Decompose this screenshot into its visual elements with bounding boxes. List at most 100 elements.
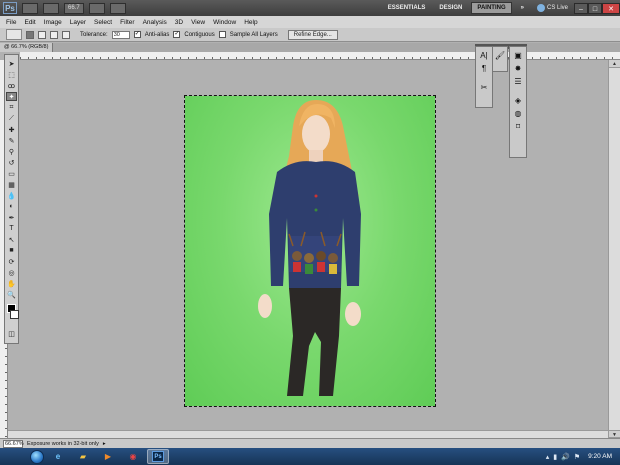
- navigator-panel-icon[interactable]: ▣: [512, 51, 524, 60]
- taskbar-ie-icon[interactable]: e: [47, 449, 69, 464]
- minimize-button[interactable]: –: [574, 2, 588, 14]
- photo-person: [258, 100, 361, 396]
- menu-select[interactable]: Select: [94, 19, 112, 26]
- tool-preset-picker[interactable]: [6, 29, 22, 40]
- hand-tool-icon[interactable]: ✋: [6, 279, 17, 288]
- zoom-percentage-field[interactable]: 66.67%: [3, 439, 24, 448]
- add-to-selection-icon[interactable]: [38, 30, 46, 39]
- taskbar-chrome-icon[interactable]: ◉: [122, 449, 144, 464]
- history-panel-icon[interactable]: ☰: [512, 77, 524, 86]
- maximize-button[interactable]: □: [588, 2, 602, 14]
- document-tab[interactable]: @ 66.7% (RGB/8): [0, 43, 54, 52]
- history-brush-tool-icon[interactable]: ↺: [6, 158, 17, 167]
- eyedropper-tool-icon[interactable]: ⟋: [6, 114, 17, 123]
- menu-analysis[interactable]: Analysis: [143, 19, 167, 26]
- menu-view[interactable]: View: [191, 19, 205, 26]
- paragraph-panel-icon[interactable]: ¶: [478, 64, 490, 73]
- 3d-orbit-tool-icon[interactable]: ◎: [6, 268, 17, 277]
- vertical-scrollbar[interactable]: ▲ ▼: [608, 60, 620, 438]
- channels-panel-icon[interactable]: ◍: [512, 109, 524, 118]
- zoom-level-button[interactable]: 66.7: [64, 2, 84, 14]
- workspace-painting[interactable]: PAINTING: [471, 2, 512, 14]
- blur-tool-icon[interactable]: 💧: [6, 191, 17, 200]
- bridge-button[interactable]: [22, 2, 38, 14]
- horizontal-ruler[interactable]: [20, 52, 620, 60]
- tolerance-input[interactable]: 30: [111, 30, 130, 39]
- adjustments-panel-icon[interactable]: ✸: [512, 64, 524, 73]
- taskbar-explorer-icon[interactable]: ▰: [72, 449, 94, 464]
- move-tool-icon[interactable]: ➤: [6, 59, 17, 68]
- taskbar-media-player-icon[interactable]: ▶: [97, 449, 119, 464]
- sample-all-layers-checkbox[interactable]: [218, 31, 226, 38]
- start-button-icon[interactable]: [30, 449, 44, 464]
- paths-panel-icon[interactable]: ⌑: [512, 122, 524, 131]
- character-panel-icon[interactable]: A|: [478, 51, 490, 60]
- workspace-switcher: ESSENTIALS DESIGN PAINTING » CS Live: [379, 2, 568, 14]
- tool-presets-panel-icon[interactable]: ✂: [478, 83, 490, 92]
- magic-wand-tool-icon[interactable]: ✦: [6, 92, 17, 101]
- mini-bridge-button[interactable]: [43, 2, 59, 14]
- brush-presets-panel-icon[interactable]: 🖌: [494, 51, 506, 60]
- crop-tool-icon[interactable]: ⌗: [6, 103, 17, 112]
- flag-icon[interactable]: ⚑: [574, 453, 580, 461]
- screen-mode-button[interactable]: [109, 2, 126, 14]
- menu-window[interactable]: Window: [213, 19, 236, 26]
- refine-edge-button[interactable]: Refine Edge...: [287, 29, 338, 40]
- marquee-tool-icon[interactable]: ⬚: [6, 70, 17, 79]
- taskbar-clock[interactable]: 9:20 AM: [588, 453, 612, 460]
- tray-arrow-icon[interactable]: ▴: [546, 453, 550, 461]
- taskbar-photoshop-icon[interactable]: Ps: [147, 449, 169, 464]
- document-tab-bar: @ 66.7% (RGB/8): [0, 43, 620, 52]
- cs-live-icon: [536, 4, 545, 12]
- lasso-tool-icon[interactable]: ꝏ: [6, 81, 17, 90]
- workspace-overflow[interactable]: »: [516, 2, 529, 14]
- subtract-from-selection-icon[interactable]: [50, 30, 58, 39]
- close-button[interactable]: ✕: [602, 2, 620, 14]
- arrange-documents-button[interactable]: [88, 2, 105, 14]
- layers-panel-icon[interactable]: ◈: [512, 96, 524, 105]
- menu-help[interactable]: Help: [244, 19, 257, 26]
- background-color-swatch[interactable]: [9, 310, 19, 319]
- dodge-tool-icon[interactable]: ◐: [6, 202, 17, 211]
- cs-live-button[interactable]: CS Live: [536, 4, 568, 12]
- network-icon[interactable]: ▮: [553, 453, 557, 461]
- tools-panel: ➤ ⬚ ꝏ ✦ ⌗ ⟋ ✚ ✎ ⚲ ↺ ▭ ▦ 💧 ◐ ✒ T ↖ ■ ⟳ ◎ …: [4, 54, 19, 344]
- system-tray: ▴ ▮ 🔊 ⚑ 9:20 AM: [546, 453, 620, 461]
- scroll-down-icon[interactable]: ▼: [609, 430, 620, 438]
- contiguous-label: Contiguous: [184, 31, 215, 38]
- volume-icon[interactable]: 🔊: [561, 453, 570, 461]
- gradient-tool-icon[interactable]: ▦: [6, 180, 17, 189]
- menu-image[interactable]: Image: [44, 19, 62, 26]
- horizontal-scrollbar[interactable]: [8, 430, 608, 438]
- brush-tool-icon[interactable]: ✎: [6, 136, 17, 145]
- menu-3d[interactable]: 3D: [175, 19, 183, 26]
- eraser-tool-icon[interactable]: ▭: [6, 169, 17, 178]
- shape-tool-icon[interactable]: ■: [6, 246, 17, 255]
- clone-stamp-tool-icon[interactable]: ⚲: [6, 147, 17, 156]
- scroll-up-icon[interactable]: ▲: [609, 60, 620, 68]
- workspace-essentials[interactable]: ESSENTIALS: [383, 2, 431, 14]
- panel-dock-column-2: 🖌: [492, 46, 508, 72]
- intersect-selection-icon[interactable]: [62, 30, 70, 39]
- path-selection-tool-icon[interactable]: ↖: [6, 235, 17, 244]
- zoom-tool-icon[interactable]: 🔍: [6, 290, 17, 299]
- tolerance-label: Tolerance:: [80, 31, 108, 38]
- healing-brush-tool-icon[interactable]: ✚: [6, 125, 17, 134]
- type-tool-icon[interactable]: T: [6, 224, 17, 233]
- document-canvas[interactable]: [184, 95, 436, 407]
- workspace-design[interactable]: DESIGN: [434, 2, 467, 14]
- menu-filter[interactable]: Filter: [120, 19, 134, 26]
- window-controls: – □ ✕: [574, 2, 620, 14]
- anti-alias-checkbox[interactable]: [133, 30, 141, 38]
- quick-mask-icon[interactable]: ◫: [6, 329, 17, 338]
- contiguous-checkbox[interactable]: [173, 30, 181, 38]
- new-selection-icon[interactable]: [26, 30, 34, 39]
- status-menu-arrow-icon[interactable]: ▸: [103, 441, 106, 447]
- options-bar: Tolerance: 30 Anti-alias Contiguous Samp…: [0, 28, 620, 42]
- 3d-rotate-tool-icon[interactable]: ⟳: [6, 257, 17, 266]
- menu-file[interactable]: File: [6, 19, 16, 26]
- menu-edit[interactable]: Edit: [24, 19, 35, 26]
- menu-layer[interactable]: Layer: [70, 19, 86, 26]
- panel-dock-column-1: A| ¶ ✂: [475, 46, 493, 108]
- pen-tool-icon[interactable]: ✒: [6, 213, 17, 222]
